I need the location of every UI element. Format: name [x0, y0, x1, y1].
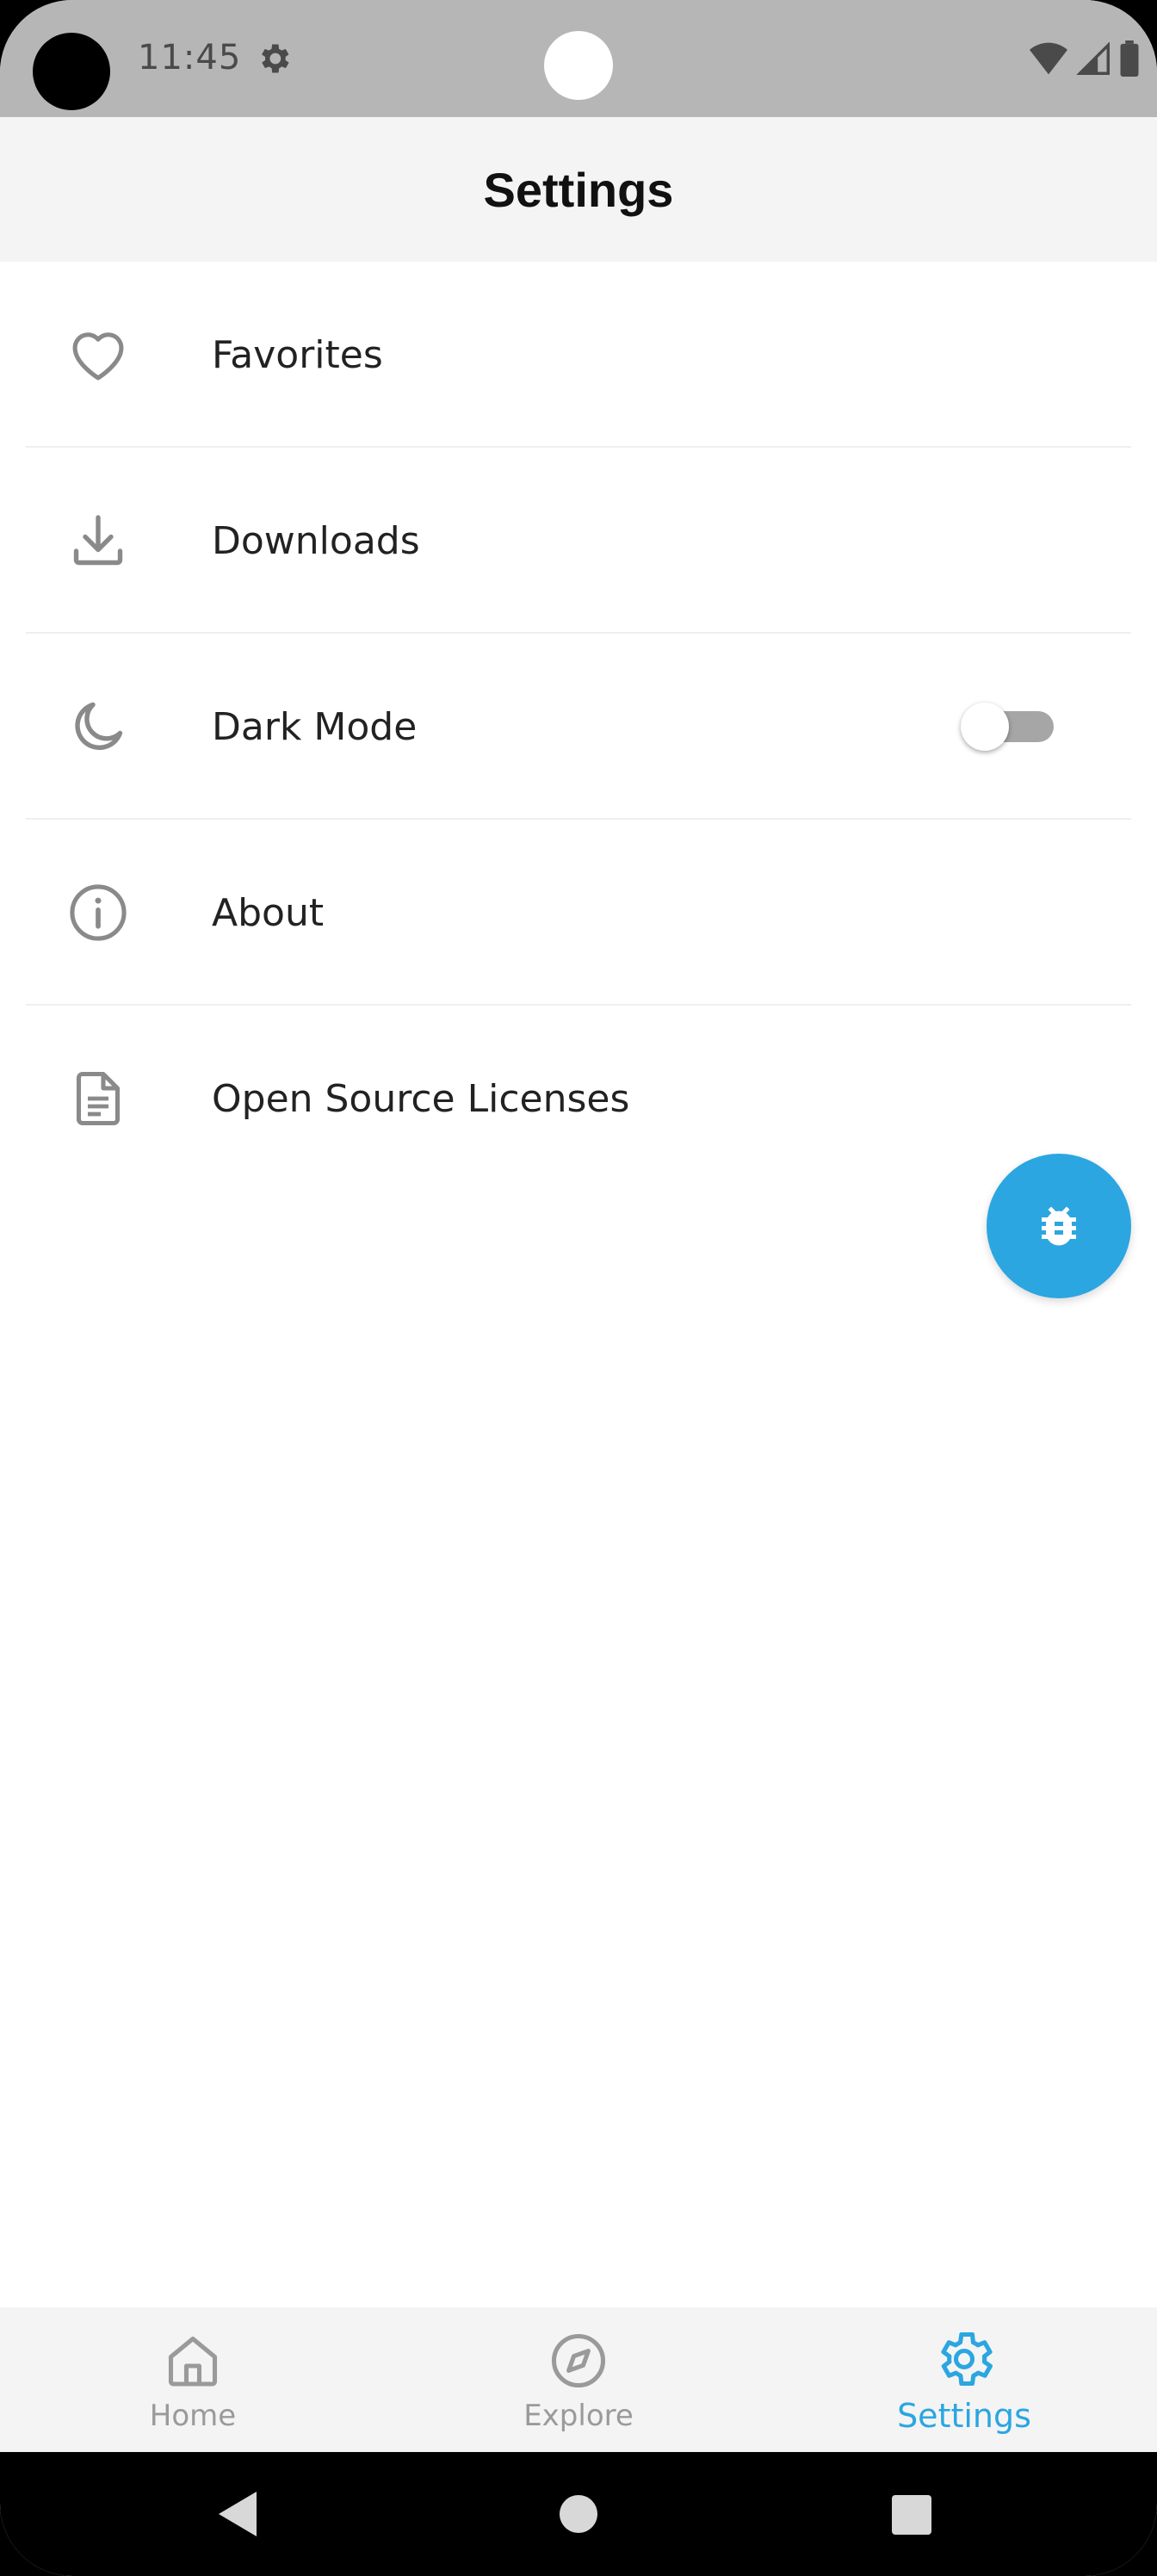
settings-item-label: Open Source Licenses: [212, 1076, 630, 1121]
cell-signal-icon: [1076, 42, 1110, 75]
nav-label: Settings: [897, 2397, 1031, 2435]
front-camera: [544, 31, 613, 100]
camera-cutout: [33, 33, 110, 110]
toggle-thumb: [961, 703, 1009, 751]
settings-item-label: Dark Mode: [212, 704, 418, 749]
heart-icon: [64, 320, 133, 389]
compass-icon: [544, 2326, 613, 2395]
moon-icon: [64, 692, 133, 761]
download-icon: [64, 506, 133, 575]
settings-item-downloads[interactable]: Downloads: [0, 448, 1157, 634]
status-bar: 11:45: [0, 0, 1157, 117]
nav-item-settings[interactable]: Settings: [771, 2307, 1157, 2452]
home-icon: [158, 2326, 227, 2395]
settings-item-label: Favorites: [212, 332, 383, 377]
dark-mode-toggle[interactable]: [961, 703, 1057, 751]
app-header: Settings: [0, 117, 1157, 262]
settings-item-favorites[interactable]: Favorites: [0, 262, 1157, 448]
nav-item-home[interactable]: Home: [0, 2307, 386, 2452]
battery-icon: [1120, 40, 1139, 77]
nav-item-explore[interactable]: Explore: [386, 2307, 771, 2452]
settings-list: Favorites Downloads Dark Mode About Open…: [0, 262, 1157, 1192]
nav-label: Explore: [523, 2399, 634, 2433]
gear-icon: [930, 2325, 999, 2393]
page-title: Settings: [483, 162, 674, 217]
system-nav-bar: [0, 2452, 1157, 2576]
status-time: 11:45: [138, 38, 242, 77]
recents-button[interactable]: [892, 2495, 931, 2535]
back-icon[interactable]: [217, 2490, 258, 2538]
settings-item-licenses[interactable]: Open Source Licenses: [0, 1006, 1157, 1192]
home-button[interactable]: [560, 2495, 597, 2533]
settings-gear-icon: [255, 40, 293, 77]
wifi-icon: [1030, 42, 1067, 75]
settings-item-label: Downloads: [212, 518, 420, 563]
document-icon: [64, 1064, 133, 1133]
settings-item-label: About: [212, 890, 325, 935]
bottom-nav: Home Explore Settings: [0, 2307, 1157, 2452]
status-icons: [1030, 38, 1140, 79]
bug-icon: [1042, 1206, 1076, 1246]
debug-fab-button[interactable]: [987, 1154, 1131, 1298]
settings-item-about[interactable]: About: [0, 820, 1157, 1006]
phone-screen: 11:45 Settings Favorites Downloads Dark …: [0, 0, 1157, 2576]
info-icon: [64, 878, 133, 947]
nav-label: Home: [149, 2399, 237, 2433]
settings-item-dark-mode[interactable]: Dark Mode: [0, 634, 1157, 820]
